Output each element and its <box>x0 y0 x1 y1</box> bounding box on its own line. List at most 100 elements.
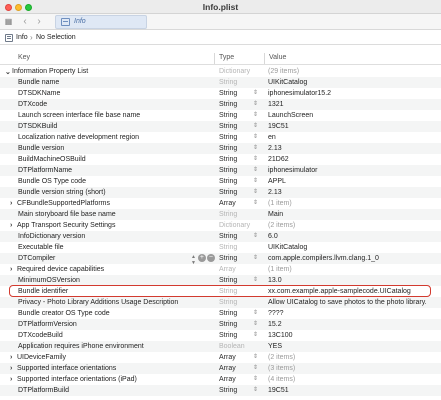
column-header-key[interactable]: Key <box>18 54 30 61</box>
add-row-icon[interactable]: + <box>197 254 206 262</box>
row-key[interactable]: Bundle version string (short) <box>18 189 106 196</box>
row-type[interactable]: String <box>219 332 237 339</box>
back-chevron-icon[interactable]: ‹ <box>20 16 30 28</box>
row-type[interactable]: String <box>219 134 237 141</box>
type-popup-chevron-icon[interactable]: ⇕ <box>253 386 258 393</box>
table-row[interactable]: Bundle name String UIKitCatalog <box>0 77 441 88</box>
row-value[interactable]: (2 items) <box>268 222 295 229</box>
row-type[interactable]: String <box>219 321 237 328</box>
row-type[interactable]: String <box>219 156 237 163</box>
row-type[interactable]: String <box>219 277 237 284</box>
type-popup-chevron-icon[interactable]: ⇕ <box>253 188 258 195</box>
row-type[interactable]: String <box>219 167 237 174</box>
row-key[interactable]: Supported interface orientations (iPad) <box>17 376 137 383</box>
row-key[interactable]: Bundle version <box>18 145 64 152</box>
table-row[interactable]: DTPlatformName String ⇕ iphonesimulator <box>0 165 441 176</box>
row-type[interactable]: Dictionary <box>219 68 250 75</box>
table-row[interactable]: Bundle creator OS Type code String ⇕???? <box>0 308 441 319</box>
row-value[interactable]: UIKitCatalog <box>268 244 307 251</box>
type-popup-chevron-icon[interactable]: ⇕ <box>253 89 258 96</box>
breadcrumb-item-no-selection[interactable]: No Selection <box>36 34 76 41</box>
row-type[interactable]: Array <box>219 200 236 207</box>
row-key[interactable]: Bundle name <box>18 79 59 86</box>
type-popup-chevron-icon[interactable]: ⇕ <box>253 309 258 316</box>
row-value[interactable]: (1 item) <box>268 266 292 273</box>
row-type[interactable]: Boolean <box>219 343 245 350</box>
disclosure-closed-chevron-icon[interactable]: › <box>10 222 12 229</box>
row-key[interactable]: Launch screen interface file base name <box>18 112 140 119</box>
type-popup-chevron-icon[interactable]: ⇕ <box>253 133 258 140</box>
row-key[interactable]: DTSDKBuild <box>18 123 57 130</box>
row-type[interactable]: Array <box>219 354 236 361</box>
table-row[interactable]: DTSDKName String ⇕ iphonesimulator15.2 <box>0 88 441 99</box>
row-type[interactable]: String <box>219 101 237 108</box>
row-key[interactable]: Bundle creator OS Type code <box>18 310 110 317</box>
row-value[interactable]: en <box>268 134 276 141</box>
type-popup-chevron-icon[interactable]: ⇕ <box>253 375 258 382</box>
row-type[interactable]: String <box>219 299 237 306</box>
row-value[interactable]: (1 item) <box>268 200 292 207</box>
row-type[interactable]: String <box>219 189 237 196</box>
row-value[interactable]: 1321 <box>268 101 284 108</box>
row-value[interactable]: (4 items) <box>268 376 295 383</box>
row-value[interactable]: 2.13 <box>268 145 282 152</box>
table-row[interactable]: › App Transport Security Settings Dictiona… <box>0 220 441 231</box>
type-popup-chevron-icon[interactable]: ⇕ <box>253 276 258 283</box>
row-value[interactable]: YES <box>268 343 282 350</box>
type-popup-chevron-icon[interactable]: ⇕ <box>253 100 258 107</box>
table-row[interactable]: › Supported interface orientations Array ⇕ (… <box>0 363 441 374</box>
disclosure-closed-chevron-icon[interactable]: › <box>10 365 12 372</box>
column-divider[interactable] <box>264 53 265 64</box>
type-popup-chevron-icon[interactable]: ⇕ <box>253 111 258 118</box>
row-type[interactable]: String <box>219 112 237 119</box>
table-row[interactable]: InfoDictionary version String ⇕ 6.0 <box>0 231 441 242</box>
table-row[interactable]: Executable file String UIKitCatalog <box>0 242 441 253</box>
row-value[interactable]: ???? <box>268 310 284 317</box>
row-value[interactable]: (29 items) <box>268 68 299 75</box>
table-row[interactable]: Main storyboard file base name String Main <box>0 209 441 220</box>
row-type[interactable]: String <box>219 178 237 185</box>
remove-row-icon[interactable]: − <box>206 254 215 262</box>
table-row[interactable]: DTPlatformVersion String ⇕ 15.2 <box>0 319 441 330</box>
table-row[interactable]: Bundle OS Type code String ⇕ APPL <box>0 176 441 187</box>
row-type[interactable]: String <box>219 145 237 152</box>
row-type[interactable]: String <box>219 79 237 86</box>
row-key[interactable]: DTPlatformVersion <box>18 321 77 328</box>
column-divider[interactable] <box>214 53 215 64</box>
row-key[interactable]: BuildMachineOSBuild <box>18 156 86 163</box>
type-popup-chevron-icon[interactable]: ⇕ <box>253 199 258 206</box>
row-type[interactable]: String <box>219 123 237 130</box>
disclosure-closed-chevron-icon[interactable]: › <box>10 266 12 273</box>
row-value[interactable]: 6.0 <box>268 233 278 240</box>
table-row[interactable]: DTXcode String ⇕ 1321 <box>0 99 441 110</box>
row-key[interactable]: MinimumOSVersion <box>18 277 80 284</box>
row-key[interactable]: DTXcode <box>18 101 47 108</box>
related-items-grid-icon[interactable]: ▦ <box>3 17 14 27</box>
row-value[interactable]: (3 items) <box>268 365 295 372</box>
row-key[interactable]: Information Property List <box>12 68 88 75</box>
column-header-type[interactable]: Type <box>219 54 234 61</box>
row-type[interactable]: Dictionary <box>219 222 250 229</box>
table-row[interactable]: › CFBundleSupportedPlatforms Array ⇕ (1 item… <box>0 198 441 209</box>
row-type[interactable]: String <box>219 233 237 240</box>
row-type[interactable]: Array <box>219 266 236 273</box>
row-key[interactable]: DTSDKName <box>18 90 60 97</box>
table-row[interactable]: DTXcodeBuild String ⇕ 13C100 <box>0 330 441 341</box>
row-key[interactable]: InfoDictionary version <box>18 233 85 240</box>
type-popup-chevron-icon[interactable]: ⇕ <box>253 364 258 371</box>
row-value[interactable]: Main <box>268 211 283 218</box>
row-type[interactable]: String <box>219 387 237 394</box>
table-row[interactable]: › UIDeviceFamily Array ⇕ (2 items) <box>0 352 441 363</box>
row-key[interactable]: Required device capabilities <box>17 266 104 273</box>
table-row[interactable]: › Required device capabilities Array (1 ite… <box>0 264 441 275</box>
row-value[interactable]: Allow UICatalog to save photos to the ph… <box>268 299 427 306</box>
table-row[interactable]: BuildMachineOSBuild String ⇕ 21D62 <box>0 154 441 165</box>
row-value[interactable]: iphonesimulator <box>268 167 317 174</box>
row-key[interactable]: Bundle OS Type code <box>18 178 86 185</box>
type-popup-chevron-icon[interactable]: ⇕ <box>253 232 258 239</box>
table-row[interactable]: › Supported interface orientations (iPad)… <box>0 374 441 385</box>
row-type[interactable]: String <box>219 310 237 317</box>
row-type[interactable]: String <box>219 90 237 97</box>
row-key[interactable]: Main storyboard file base name <box>18 211 116 218</box>
type-popup-chevron-icon[interactable]: ⇕ <box>253 331 258 338</box>
